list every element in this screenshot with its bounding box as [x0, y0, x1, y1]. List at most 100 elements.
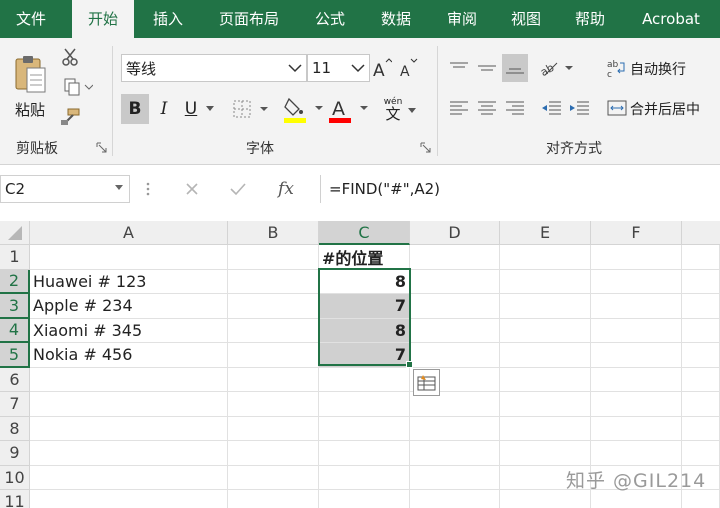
- cell-c[interactable]: [319, 465, 410, 490]
- cell-d[interactable]: [410, 269, 500, 294]
- cell-g[interactable]: [682, 343, 720, 368]
- fill-handle[interactable]: [406, 361, 413, 368]
- cell-d[interactable]: [410, 416, 500, 441]
- font-name-combo[interactable]: 等线: [121, 54, 307, 82]
- cell-g[interactable]: [682, 294, 720, 319]
- row-header[interactable]: 8: [0, 416, 30, 441]
- cell-b[interactable]: [228, 294, 319, 319]
- column-header-b[interactable]: B: [228, 221, 319, 245]
- cell-e[interactable]: [500, 392, 591, 417]
- wrap-text-icon-button[interactable]: ab c: [606, 56, 628, 80]
- cell-g[interactable]: [682, 392, 720, 417]
- cell-f[interactable]: [591, 245, 682, 270]
- cell-e[interactable]: [500, 441, 591, 466]
- row-header[interactable]: 1: [0, 245, 30, 270]
- cut-button[interactable]: [58, 46, 82, 68]
- tab-formulas[interactable]: 公式: [300, 0, 360, 38]
- row-header[interactable]: 7: [0, 392, 30, 417]
- cell-a[interactable]: [30, 245, 228, 270]
- align-left-button[interactable]: [446, 94, 472, 122]
- font-size-combo[interactable]: 11: [307, 54, 370, 82]
- paste-button[interactable]: 粘贴: [8, 46, 52, 126]
- increase-indent-button[interactable]: [566, 94, 592, 122]
- tab-insert[interactable]: 插入: [138, 0, 198, 38]
- insert-function-button[interactable]: fx: [262, 175, 310, 203]
- cell-b[interactable]: [228, 490, 319, 508]
- decrease-font-size-button[interactable]: A: [398, 56, 418, 80]
- wrap-text-button[interactable]: 自动换行: [630, 59, 686, 79]
- cell-b[interactable]: [228, 367, 319, 392]
- cell-g[interactable]: [682, 416, 720, 441]
- cell-a[interactable]: Xiaomi # 345: [30, 318, 228, 343]
- column-header-f[interactable]: F: [591, 221, 682, 245]
- cell-f[interactable]: [591, 367, 682, 392]
- cell-b[interactable]: [228, 465, 319, 490]
- cell-f[interactable]: [591, 318, 682, 343]
- name-box[interactable]: C2: [0, 175, 130, 203]
- cell-b[interactable]: [228, 269, 319, 294]
- cell-c[interactable]: [319, 490, 410, 508]
- column-header-a[interactable]: A: [30, 221, 228, 245]
- cell-e[interactable]: [500, 416, 591, 441]
- tab-view[interactable]: 视图: [496, 0, 556, 38]
- cell-c[interactable]: 8: [319, 318, 410, 343]
- cell-c-header[interactable]: #的位置: [319, 245, 410, 270]
- cell-b[interactable]: [228, 416, 319, 441]
- cell-d[interactable]: [410, 490, 500, 508]
- cell-a[interactable]: [30, 490, 228, 508]
- cell-b[interactable]: [228, 441, 319, 466]
- cell-f[interactable]: [591, 269, 682, 294]
- cell-d[interactable]: [410, 294, 500, 319]
- font-launcher-icon[interactable]: [420, 142, 431, 153]
- formula-input[interactable]: =FIND("#",A2): [320, 175, 720, 203]
- tab-file[interactable]: 文件: [0, 0, 62, 38]
- cell-f[interactable]: [591, 441, 682, 466]
- enter-formula-button[interactable]: [214, 175, 262, 203]
- cell-a[interactable]: Apple # 234: [30, 294, 228, 319]
- column-header-g[interactable]: [682, 221, 720, 245]
- column-header-e[interactable]: E: [500, 221, 591, 245]
- cell-c[interactable]: 8: [319, 269, 410, 294]
- cell-g[interactable]: [682, 269, 720, 294]
- cell-b[interactable]: [228, 392, 319, 417]
- cell-g[interactable]: [682, 367, 720, 392]
- cell-a[interactable]: [30, 416, 228, 441]
- cell-d[interactable]: [410, 465, 500, 490]
- phonetic-guide-button[interactable]: wén 文: [380, 94, 420, 126]
- cell-c[interactable]: 7: [319, 294, 410, 319]
- tab-data[interactable]: 数据: [366, 0, 426, 38]
- clipboard-launcher-icon[interactable]: [96, 142, 107, 153]
- cell-d[interactable]: [410, 318, 500, 343]
- cell-e[interactable]: [500, 367, 591, 392]
- align-center-button[interactable]: [474, 94, 500, 122]
- cell-a[interactable]: Nokia # 456: [30, 343, 228, 368]
- borders-button[interactable]: [231, 94, 271, 124]
- row-header[interactable]: 4: [0, 318, 30, 343]
- underline-dropdown[interactable]: [204, 100, 216, 116]
- fill-color-button[interactable]: [283, 94, 325, 126]
- column-header-c[interactable]: C: [319, 221, 410, 245]
- cell-f[interactable]: [591, 392, 682, 417]
- row-header[interactable]: 10: [0, 465, 30, 490]
- merge-center-icon-button[interactable]: [606, 96, 628, 120]
- cell-a[interactable]: [30, 465, 228, 490]
- font-color-button[interactable]: A: [328, 94, 370, 126]
- orientation-button[interactable]: ab: [538, 54, 574, 82]
- cell-g[interactable]: [682, 441, 720, 466]
- cell-e[interactable]: [500, 318, 591, 343]
- cell-d[interactable]: [410, 245, 500, 270]
- cell-b[interactable]: [228, 245, 319, 270]
- cell-a[interactable]: [30, 392, 228, 417]
- align-bottom-button[interactable]: [502, 54, 528, 82]
- cell-g[interactable]: [682, 318, 720, 343]
- cell-g[interactable]: [682, 245, 720, 270]
- cell-f[interactable]: [591, 294, 682, 319]
- cell-e[interactable]: [500, 245, 591, 270]
- row-header[interactable]: 3: [0, 294, 30, 319]
- cell-d[interactable]: [410, 441, 500, 466]
- cell-f[interactable]: [591, 416, 682, 441]
- cell-d[interactable]: [410, 343, 500, 368]
- quick-analysis-button[interactable]: [413, 369, 440, 396]
- align-top-button[interactable]: [446, 54, 472, 82]
- tab-home[interactable]: 开始: [72, 0, 134, 40]
